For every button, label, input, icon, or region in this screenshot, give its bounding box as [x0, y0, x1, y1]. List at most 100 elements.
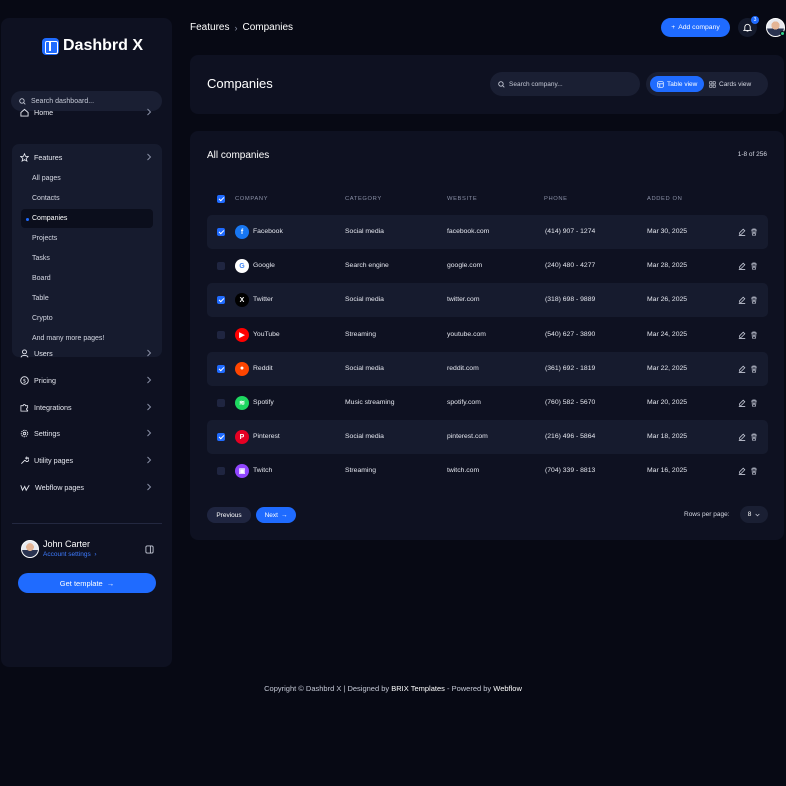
previous-button[interactable]: Previous: [207, 507, 251, 523]
column-header-company[interactable]: COMPANY: [235, 196, 268, 202]
delete-icon[interactable]: [750, 365, 758, 373]
delete-icon[interactable]: [750, 467, 758, 475]
sidebar-item-utility-pages[interactable]: Utility pages: [12, 450, 162, 470]
cards-view-button[interactable]: Cards view: [702, 76, 758, 92]
sub-item-contacts[interactable]: Contacts: [21, 189, 153, 208]
table-row[interactable]: X Twitter Social media twitter.com (318) 698…: [207, 283, 768, 318]
table-row[interactable]: ▶ YouTube Streaming youtube.com (540) 627 - …: [207, 318, 768, 352]
edit-icon[interactable]: [738, 331, 746, 339]
breadcrumb-features[interactable]: Features: [190, 22, 229, 33]
edit-icon[interactable]: [738, 433, 746, 442]
company-name[interactable]: Google: [253, 262, 275, 269]
view-toggle: Table view Cards view: [646, 72, 768, 96]
row-checkbox[interactable]: [217, 467, 225, 476]
company-name[interactable]: Pinterest: [253, 433, 280, 440]
company-search-input[interactable]: Search company...: [490, 72, 640, 96]
sub-item-projects[interactable]: Projects: [21, 229, 153, 248]
company-website[interactable]: twitch.com: [447, 467, 479, 474]
column-header-phone[interactable]: PHONE: [544, 196, 568, 202]
sidebar-item-features[interactable]: Features: [12, 147, 162, 167]
sidebar: Dashbrd X Search dashboard... Home Featu…: [1, 18, 172, 667]
svg-text:$: $: [23, 378, 26, 384]
company-website[interactable]: reddit.com: [447, 365, 479, 372]
edit-icon[interactable]: [738, 365, 746, 373]
edit-icon[interactable]: [738, 228, 746, 236]
delete-icon[interactable]: [750, 228, 758, 236]
edit-icon[interactable]: [738, 399, 746, 407]
column-header-added-on[interactable]: ADDED ON: [647, 196, 682, 202]
company-name[interactable]: YouTube: [253, 331, 280, 338]
delete-icon[interactable]: [750, 296, 758, 304]
sidebar-item-integrations[interactable]: Integrations: [12, 397, 162, 417]
row-checkbox[interactable]: [217, 228, 225, 236]
company-name[interactable]: Facebook: [253, 228, 283, 235]
select-all-checkbox[interactable]: [217, 195, 225, 203]
add-company-button[interactable]: + Add company: [661, 18, 730, 37]
company-added-on: Mar 26, 2025: [647, 296, 688, 304]
delete-icon[interactable]: [750, 399, 758, 407]
company-name[interactable]: Spotify: [253, 399, 274, 406]
sidebar-item-label: Integrations: [34, 402, 72, 412]
row-checkbox[interactable]: [217, 296, 225, 305]
table-row[interactable]: P Pinterest Social media pinterest.com (216)…: [207, 420, 768, 455]
companies-table-card: All companies 1-8 of 256 COMPANY CATEGOR…: [190, 131, 784, 540]
sub-item-board[interactable]: Board: [21, 269, 153, 288]
company-added-on: Mar 20, 2025: [647, 399, 688, 406]
brand-glyph: G: [239, 262, 245, 270]
rows-per-page-select[interactable]: 8: [740, 506, 768, 523]
account-settings-link[interactable]: Account settings ›: [43, 550, 96, 559]
row-checkbox[interactable]: [217, 399, 225, 407]
logo[interactable]: Dashbrd X: [42, 37, 143, 55]
row-checkbox[interactable]: [217, 262, 225, 271]
chevron-right-icon: ›: [234, 22, 238, 33]
delete-icon[interactable]: [750, 433, 758, 441]
get-template-button[interactable]: Get template →: [18, 573, 156, 593]
company-name[interactable]: Reddit: [253, 365, 273, 372]
twitch-icon: ▣: [235, 464, 249, 479]
row-checkbox[interactable]: [217, 364, 225, 373]
row-checkbox[interactable]: [217, 433, 225, 442]
column-header-website[interactable]: WEBSITE: [447, 196, 477, 202]
column-header-category[interactable]: CATEGORY: [345, 196, 382, 202]
company-name[interactable]: Twitter: [253, 296, 273, 303]
sidebar-toggle-icon[interactable]: [145, 545, 154, 554]
company-website[interactable]: pinterest.com: [447, 433, 488, 440]
company-website[interactable]: facebook.com: [447, 228, 489, 235]
table-row[interactable]: ▣ Twitch Streaming twitch.com (704) 339 - 88…: [207, 454, 768, 488]
table-view-label: Table view: [667, 80, 698, 88]
profile[interactable]: John Carter Account settings ›: [21, 539, 96, 559]
sidebar-item-webflow-pages[interactable]: Webflow pages: [12, 477, 162, 497]
table-row[interactable]: f Facebook Social media facebook.com (414) 9…: [207, 215, 768, 249]
row-checkbox[interactable]: [217, 330, 225, 339]
delete-icon[interactable]: [750, 262, 758, 270]
edit-icon[interactable]: [738, 262, 746, 271]
brix-link[interactable]: BRIX Templates: [391, 684, 445, 693]
sidebar-item-home[interactable]: Home: [12, 102, 162, 122]
company-category: Social media: [345, 433, 384, 441]
edit-icon[interactable]: [738, 296, 746, 305]
edit-icon[interactable]: [738, 467, 746, 476]
company-website[interactable]: twitter.com: [447, 296, 479, 303]
delete-icon[interactable]: [750, 331, 758, 339]
sub-item-table[interactable]: Table: [21, 289, 153, 308]
sub-item-tasks[interactable]: Tasks: [21, 249, 153, 268]
sub-item-companies[interactable]: Companies: [21, 209, 153, 228]
sub-item-all-pages[interactable]: All pages: [21, 169, 153, 188]
sidebar-item-pricing[interactable]: $ Pricing: [12, 370, 162, 390]
webflow-link[interactable]: Webflow: [493, 684, 522, 693]
bell-icon: [743, 23, 752, 32]
company-name[interactable]: Twitch: [253, 467, 272, 474]
company-website[interactable]: google.com: [447, 262, 482, 269]
next-button[interactable]: Next →: [256, 507, 296, 523]
company-search-placeholder: Search company...: [509, 80, 563, 88]
company-website[interactable]: youtube.com: [447, 331, 486, 338]
table-row[interactable]: G Google Search engine google.com (240) 480 …: [207, 249, 768, 283]
footer: Copyright © Dashbrd X | Designed by BRIX…: [0, 684, 786, 693]
company-website[interactable]: spotify.com: [447, 399, 481, 406]
sub-item-crypto[interactable]: Crypto: [21, 309, 153, 328]
sidebar-item-settings[interactable]: Settings: [12, 423, 162, 443]
sidebar-item-users[interactable]: Users: [12, 343, 162, 363]
table-row[interactable]: ≋ Spotify Music streaming spotify.com (760) …: [207, 386, 768, 420]
table-view-button[interactable]: Table view: [650, 76, 705, 92]
table-row[interactable]: ● Reddit Social media reddit.com (361) 692 -…: [207, 351, 768, 386]
